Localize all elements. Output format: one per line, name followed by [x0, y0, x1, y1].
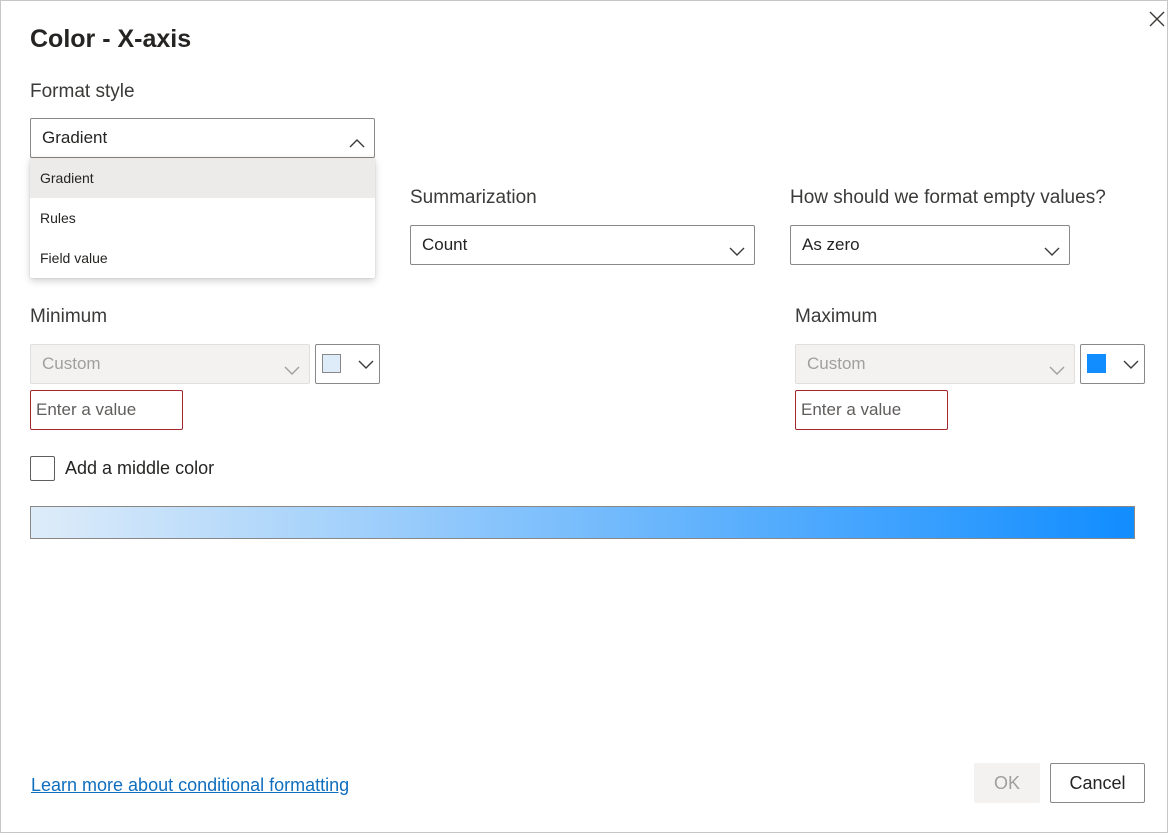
dropdown-option-field-value[interactable]: Field value	[30, 238, 375, 278]
maximum-color-swatch	[1087, 354, 1106, 373]
summarization-dropdown[interactable]: Count	[410, 225, 755, 265]
gradient-preview-bar	[30, 506, 1135, 539]
minimum-color-picker[interactable]	[315, 344, 380, 384]
format-style-dropdown[interactable]: Gradient	[30, 118, 375, 158]
dropdown-option-gradient[interactable]: Gradient	[30, 158, 375, 198]
conditional-formatting-dialog: Color - X-axis Format style Gradient Sum…	[0, 0, 1168, 833]
middle-color-checkbox[interactable]	[30, 456, 55, 481]
maximum-type-dropdown: Custom	[795, 344, 1075, 384]
dropdown-option-rules[interactable]: Rules	[30, 198, 375, 238]
chevron-down-icon	[728, 236, 746, 256]
cancel-button[interactable]: Cancel	[1050, 763, 1145, 803]
close-icon[interactable]	[1147, 9, 1167, 29]
chevron-down-icon	[283, 355, 301, 375]
minimum-type-value: Custom	[42, 354, 101, 373]
format-style-value: Gradient	[42, 128, 108, 147]
chevron-down-icon	[1043, 236, 1061, 256]
format-style-label: Format style	[30, 81, 135, 102]
minimum-type-dropdown: Custom	[30, 344, 310, 384]
maximum-type-value: Custom	[807, 354, 866, 373]
dialog-title: Color - X-axis	[30, 25, 192, 53]
maximum-label: Maximum	[795, 306, 878, 327]
maximum-color-picker[interactable]	[1080, 344, 1145, 384]
chevron-down-icon	[357, 355, 375, 373]
chevron-down-icon	[1048, 355, 1066, 375]
empty-values-value: As zero	[802, 235, 860, 254]
summarization-label: Summarization	[410, 187, 537, 208]
chevron-down-icon	[1122, 355, 1140, 373]
maximum-value-input[interactable]	[795, 390, 948, 430]
ok-button[interactable]: OK	[974, 763, 1040, 803]
chevron-up-icon	[348, 129, 366, 148]
minimum-value-input[interactable]	[30, 390, 183, 430]
learn-more-link[interactable]: Learn more about conditional formatting	[31, 775, 349, 796]
minimum-label: Minimum	[30, 306, 108, 327]
empty-values-label: How should we format empty values?	[790, 187, 1106, 208]
summarization-value: Count	[422, 235, 468, 254]
minimum-color-swatch	[322, 354, 341, 373]
empty-values-dropdown[interactable]: As zero	[790, 225, 1070, 265]
format-style-options-list: Gradient Rules Field value	[30, 158, 375, 278]
middle-color-label: Add a middle color	[65, 458, 215, 478]
